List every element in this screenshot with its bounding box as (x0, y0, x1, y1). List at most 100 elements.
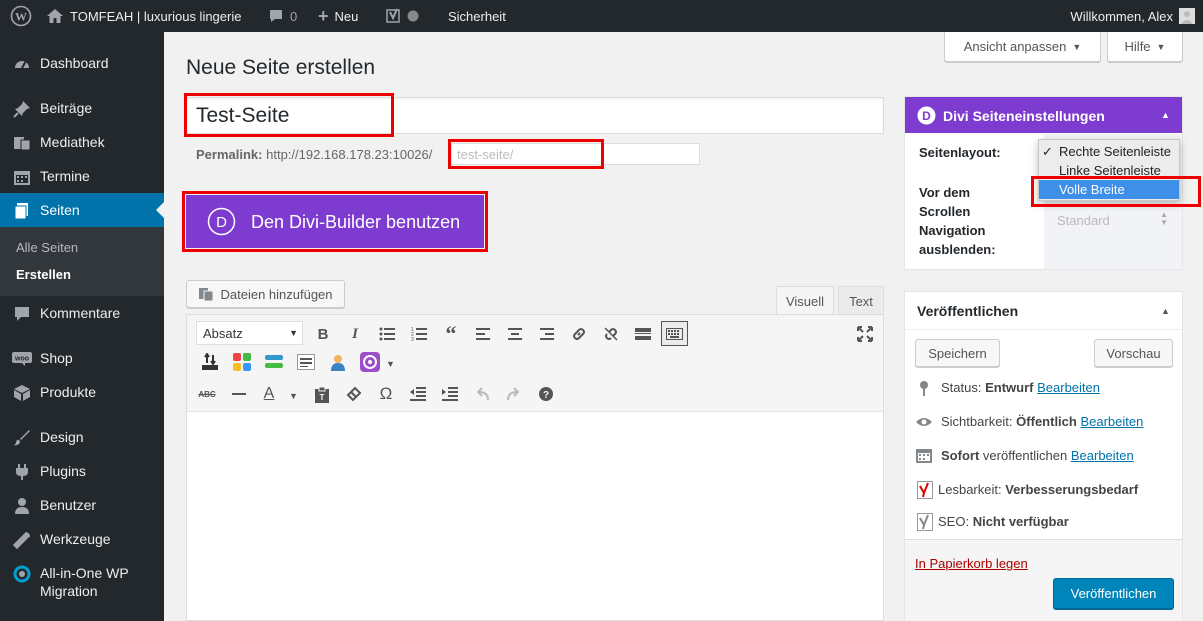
permalink-slug-input[interactable]: test-seite/ (451, 143, 700, 165)
toolbar-toggle-icon[interactable] (661, 321, 688, 346)
align-center-icon[interactable] (505, 324, 525, 344)
calendar-icon (916, 447, 932, 463)
link-icon[interactable] (569, 324, 589, 344)
editor-toolbar: Absatz ▼ B I 123 “ ▼ ABC A ▼ T Ω ? (186, 314, 884, 412)
yoast-menu[interactable] (385, 0, 419, 32)
readability-row: Lesbarkeit: Verbesserungsbedarf (938, 482, 1139, 497)
color-grid-icon[interactable] (232, 352, 252, 372)
trash-link[interactable]: In Papierkorb legen (915, 556, 1028, 571)
submenu-create[interactable]: Erstellen (16, 267, 71, 282)
help-button[interactable]: Hilfe ▼ (1107, 32, 1183, 62)
sidebar-item-plugins[interactable]: Plugins (0, 454, 164, 488)
outdent-icon[interactable] (408, 384, 428, 404)
text-color-icon[interactable]: A (259, 384, 279, 404)
sidebar-item-migration[interactable]: All-in-One WP Migration (0, 560, 164, 604)
nav-hide-select[interactable]: Standard ▲ ▼ (1057, 208, 1170, 234)
plus-icon: + (318, 5, 329, 26)
calendar-icon (12, 167, 32, 187)
account-menu[interactable]: Willkommen, Alex (1070, 0, 1195, 32)
caret-down-icon[interactable]: ▼ (289, 391, 298, 401)
tab-visual[interactable]: Visuell (776, 286, 834, 315)
sidebar-item-users[interactable]: Benutzer (0, 488, 164, 522)
caret-down-icon: ▼ (1156, 41, 1166, 52)
sidebar-item-dashboard[interactable]: Dashboard (0, 46, 164, 80)
caret-down-icon: ▼ (1072, 41, 1082, 52)
status-dot-icon (407, 10, 419, 22)
screen-options-button[interactable]: Ansicht anpassen ▼ (944, 32, 1101, 62)
collapse-icon[interactable]: ▲ (1161, 110, 1170, 120)
fullscreen-icon[interactable] (855, 324, 875, 344)
sidebar-item-posts[interactable]: Beiträge (0, 91, 164, 125)
sidebar-item-tools[interactable]: Werkzeuge (0, 522, 164, 556)
edit-schedule-link[interactable]: Bearbeiten (1071, 448, 1134, 463)
layout-option-full-width[interactable]: Volle Breite (1039, 180, 1179, 199)
add-media-button[interactable]: Dateien hinzufügen (186, 280, 345, 308)
wordpress-logo-icon[interactable]: W (10, 0, 32, 32)
import-icon[interactable] (200, 352, 220, 372)
sidebar-item-design[interactable]: Design (0, 420, 164, 454)
sidebar-item-events[interactable]: Termine (0, 159, 164, 193)
edit-visibility-link[interactable]: Bearbeiten (1080, 414, 1143, 429)
numbered-list-icon[interactable]: 123 (409, 324, 429, 344)
horizontal-line-icon[interactable] (229, 384, 249, 404)
editor-content-area[interactable] (186, 412, 884, 621)
strikethrough-icon[interactable]: ABC (197, 384, 217, 404)
layout-option-right-sidebar[interactable]: ✓ Rechte Seitenleiste (1039, 142, 1179, 161)
tab-text[interactable]: Text (838, 286, 884, 315)
caret-down-icon[interactable]: ▼ (386, 359, 395, 369)
publish-header[interactable]: Veröffentlichen ▲ (905, 292, 1182, 330)
italic-icon[interactable]: I (345, 324, 365, 344)
yoast-readability-icon (917, 481, 933, 499)
products-icon (12, 383, 32, 403)
svg-text:?: ? (543, 390, 549, 401)
caret-down-icon: ▼ (289, 328, 298, 338)
edit-status-link[interactable]: Bearbeiten (1037, 380, 1100, 395)
align-right-icon[interactable] (537, 324, 557, 344)
wrench-icon (12, 530, 32, 550)
preview-button[interactable]: Vorschau (1094, 339, 1173, 367)
brush-icon (12, 428, 32, 448)
submenu-all-pages[interactable]: Alle Seiten (16, 240, 78, 255)
pin-icon (12, 99, 32, 119)
sidebar-item-pages[interactable]: Seiten (0, 193, 164, 227)
special-character-icon[interactable]: Ω (376, 384, 396, 404)
site-name: TOMFEAH | luxurious lingerie (70, 8, 242, 24)
undo-icon[interactable] (472, 384, 492, 404)
indent-icon[interactable] (440, 384, 460, 404)
layout-bars-icon[interactable] (264, 352, 284, 372)
save-draft-button[interactable]: Speichern (915, 339, 1000, 367)
publish-box: Veröffentlichen ▲ Speichern Vorschau Sta… (904, 291, 1183, 621)
shortcode-icon[interactable] (360, 352, 380, 372)
unlink-icon[interactable] (601, 324, 621, 344)
site-name-link[interactable]: TOMFEAH | luxurious lingerie (46, 0, 241, 32)
divi-builder-button[interactable]: D Den Divi-Builder benutzen (186, 195, 484, 248)
divi-settings-header[interactable]: D Divi Seiteneinstellungen ▲ (905, 97, 1182, 133)
align-left-icon[interactable] (473, 324, 493, 344)
publish-button[interactable]: Veröffentlichen (1053, 578, 1174, 609)
comment-icon (12, 304, 32, 324)
text-block-icon[interactable] (296, 352, 316, 372)
blockquote-icon[interactable]: “ (441, 321, 461, 346)
title-input[interactable]: Test-Seite (186, 97, 884, 134)
paste-text-icon[interactable]: T (312, 384, 332, 404)
user-shortcode-icon[interactable] (328, 352, 348, 372)
sidebar-item-media[interactable]: Mediathek (0, 125, 164, 159)
sidebar-item-shop[interactable]: woo Shop (0, 341, 164, 375)
bullet-list-icon[interactable] (377, 324, 397, 344)
redo-icon[interactable] (504, 384, 524, 404)
sidebar-item-products[interactable]: Produkte (0, 375, 164, 409)
pin-icon (919, 380, 929, 396)
comments-link[interactable]: 0 (268, 0, 297, 32)
read-more-icon[interactable] (633, 324, 653, 344)
format-select[interactable]: Absatz ▼ (196, 321, 303, 345)
nav-hide-label: Vor dem Scrollen Navigation ausblenden: (919, 185, 996, 257)
new-content-link[interactable]: + Neu (318, 0, 358, 32)
security-link[interactable]: Sicherheit (448, 0, 506, 32)
clear-formatting-icon[interactable] (344, 384, 364, 404)
sidebar-item-comments[interactable]: Kommentare (0, 296, 164, 330)
new-label: Neu (334, 8, 359, 24)
layout-option-left-sidebar[interactable]: Linke Seitenleiste (1039, 161, 1179, 180)
plugin-icon (12, 462, 32, 482)
help-icon[interactable]: ? (536, 384, 556, 404)
bold-icon[interactable]: B (313, 324, 333, 344)
